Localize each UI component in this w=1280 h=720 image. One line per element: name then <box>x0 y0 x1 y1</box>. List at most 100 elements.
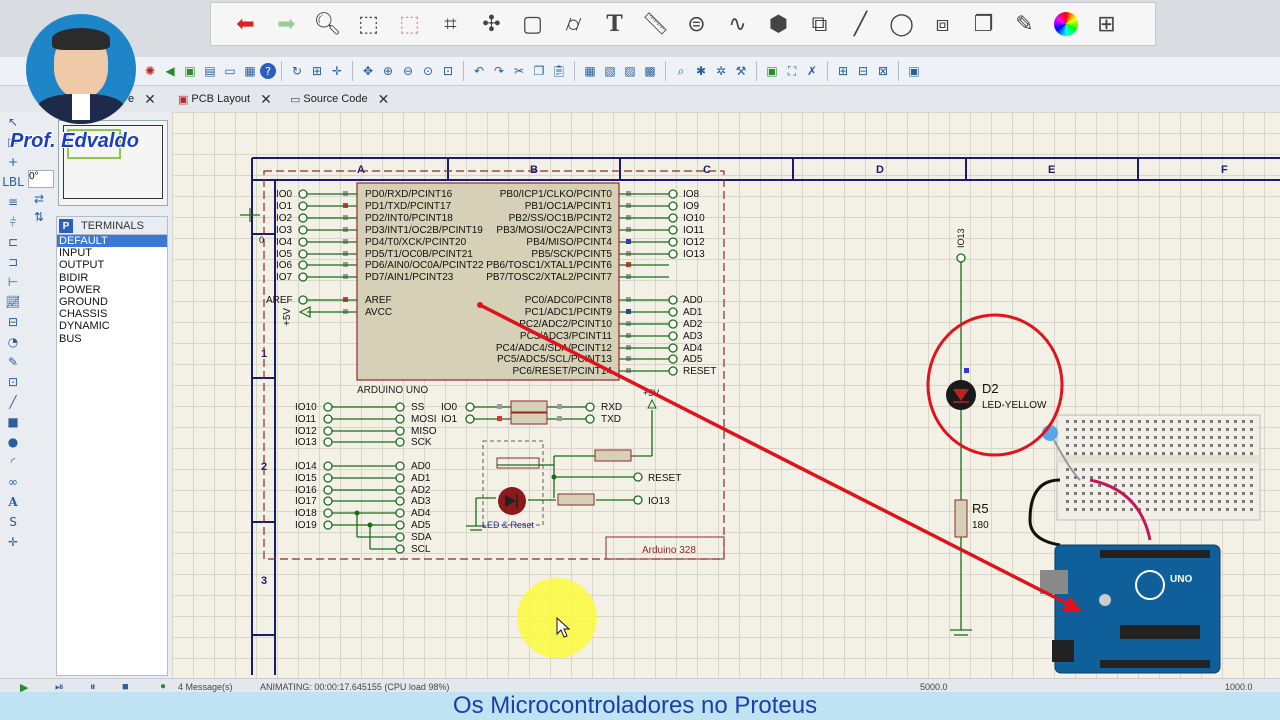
net-label: IO10 <box>683 213 705 224</box>
column-label: C <box>703 164 711 176</box>
net-label: AD5 <box>683 354 703 365</box>
chip-pin-label: PB1/OC1A/PCINT1 <box>525 201 613 212</box>
coord-x: 5000.0 <box>920 682 948 692</box>
terminal-node[interactable] <box>323 461 333 471</box>
terminal-node[interactable] <box>395 485 405 495</box>
terminal-node[interactable] <box>298 201 308 211</box>
chip-pin-label: PC2/ADC2/PCINT10 <box>519 319 612 330</box>
net-label: SCL <box>411 544 431 555</box>
terminal-node[interactable] <box>585 414 595 424</box>
chip-pin-label: PD5/T1/OC0B/PCINT21 <box>365 249 473 260</box>
chip-pin-label: PB0/ICP1/CLKO/PCINT0 <box>500 189 613 200</box>
net-label: IO16 <box>295 485 317 496</box>
terminal-node[interactable] <box>298 237 308 247</box>
svg-text:0: 0 <box>259 235 264 245</box>
net-label: IO0 <box>276 189 293 200</box>
presenter-name: Prof. Edvaldo <box>10 130 139 152</box>
chip-pin-label: PB7/TOSC2/XTAL2/PCINT7 <box>486 272 612 283</box>
resistor-r5[interactable] <box>954 499 968 538</box>
terminal-node[interactable] <box>395 426 405 436</box>
chip-pin-label: PD7/AIN1/PCINT23 <box>365 272 454 283</box>
net-label: AD2 <box>683 319 703 330</box>
terminal-node[interactable] <box>668 213 678 223</box>
terminal-node[interactable] <box>668 225 678 235</box>
terminal-node[interactable] <box>585 402 595 412</box>
terminal-node[interactable] <box>465 414 475 424</box>
terminal-node[interactable] <box>298 272 308 282</box>
net-label: AD3 <box>683 331 703 342</box>
terminal-node[interactable] <box>668 201 678 211</box>
terminal-node[interactable] <box>668 354 678 364</box>
terminal-node[interactable] <box>323 520 333 530</box>
terminal-node[interactable] <box>298 225 308 235</box>
net-label: AD4 <box>683 343 703 354</box>
chip-pin-label: PC6/RESET/PCINT14 <box>513 366 613 377</box>
led-reset-label: LED & Reset <box>482 520 535 530</box>
terminal-node[interactable] <box>323 508 333 518</box>
column-label: B <box>530 164 538 176</box>
terminal-node[interactable] <box>668 189 678 199</box>
net-label: IO2 <box>276 213 293 224</box>
chip-pin-label: PB5/SCK/PCINT5 <box>531 249 612 260</box>
terminal-node[interactable] <box>323 473 333 483</box>
chip-pin-label: PD1/TXD/PCINT17 <box>365 201 452 212</box>
chip-pin-label: PC1/ADC1/PCINT9 <box>525 307 613 318</box>
terminal-node[interactable] <box>395 520 405 530</box>
terminal-node[interactable] <box>395 461 405 471</box>
terminal-node[interactable] <box>668 319 678 329</box>
terminal-node[interactable] <box>668 237 678 247</box>
terminal-node[interactable] <box>298 213 308 223</box>
terminal-node[interactable] <box>323 426 333 436</box>
io13-label: IO13 <box>648 496 670 507</box>
terminal-node[interactable] <box>298 249 308 259</box>
terminal-node[interactable] <box>395 508 405 518</box>
terminal-node[interactable] <box>395 414 405 424</box>
terminal-node[interactable] <box>323 414 333 424</box>
net-label: MISO <box>411 426 437 437</box>
chip-pin-label: AVCC <box>365 307 392 318</box>
net-label: MOSI <box>411 414 437 425</box>
chip-pin-label: PB3/MOSI/OC2A/PCINT3 <box>496 225 612 236</box>
terminal-node[interactable] <box>298 260 308 270</box>
message-count[interactable]: 4 Message(s) <box>178 682 233 692</box>
terminal-node[interactable] <box>668 366 678 376</box>
terminal-node[interactable] <box>298 189 308 199</box>
net-label: IO3 <box>276 225 293 236</box>
terminal-node[interactable] <box>395 496 405 506</box>
terminal-node[interactable] <box>668 307 678 317</box>
terminal-node[interactable] <box>298 295 308 305</box>
net-label: TXD <box>601 414 621 425</box>
net-label: IO5 <box>276 249 293 260</box>
terminal-node[interactable] <box>323 402 333 412</box>
terminal-node[interactable] <box>395 437 405 447</box>
terminal-node[interactable] <box>323 496 333 506</box>
terminal-node[interactable] <box>395 473 405 483</box>
net-label: SS <box>411 402 425 413</box>
chip-pin-label: PD4/T0/XCK/PCINT20 <box>365 237 467 248</box>
terminal-node[interactable] <box>395 402 405 412</box>
column-label: F <box>1221 164 1228 176</box>
terminal-node[interactable] <box>323 437 333 447</box>
row-label: 3 <box>261 575 267 587</box>
chip-pin-label: PC0/ADC0/PCINT8 <box>525 295 613 306</box>
terminal-node[interactable] <box>668 295 678 305</box>
terminal-node[interactable] <box>668 343 678 353</box>
led-value: LED-YELLOW <box>982 400 1047 411</box>
terminal-node[interactable] <box>668 249 678 259</box>
column-label: D <box>876 164 884 176</box>
chip-pin-label: PB6/TOSC1/XTAL1/PCINT6 <box>486 260 612 271</box>
chip-pin-label: PB4/MISO/PCINT4 <box>526 237 612 248</box>
resistor-value: 180 <box>972 520 989 531</box>
net-label: IO12 <box>295 426 317 437</box>
terminal-node[interactable] <box>323 485 333 495</box>
terminal-node[interactable] <box>395 532 405 542</box>
caption-bar: Os Microcontroladores no Proteus <box>0 692 1280 720</box>
net-label: IO10 <box>295 402 317 413</box>
terminal-node[interactable] <box>668 331 678 341</box>
net-label: AREF <box>266 295 293 306</box>
terminal-node[interactable] <box>395 544 405 554</box>
terminal-node[interactable] <box>465 402 475 412</box>
resistor-ref: R5 <box>972 501 989 516</box>
net-label: IO11 <box>295 414 316 425</box>
net-label: IO6 <box>276 260 293 271</box>
